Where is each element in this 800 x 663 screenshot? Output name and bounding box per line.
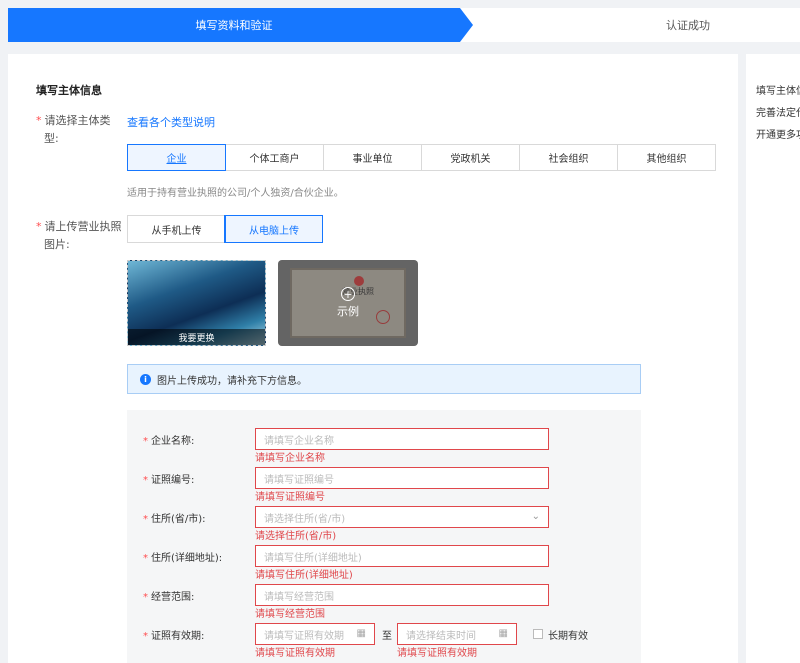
plus-icon: + bbox=[341, 287, 355, 301]
type-option-enterprise[interactable]: 企业 bbox=[127, 144, 226, 171]
chevron-down-icon: ⌄ bbox=[531, 511, 540, 522]
sample-label: 示例 bbox=[337, 305, 359, 318]
residence-region-placeholder: 请选择住所(省/市) bbox=[264, 513, 346, 525]
replace-image-button[interactable]: 我要更换 bbox=[128, 329, 265, 345]
type-option-individual[interactable]: 个体工商户 bbox=[226, 145, 324, 170]
upload-from-computer-button[interactable]: 从电脑上传 bbox=[224, 215, 323, 243]
step-arrow bbox=[460, 8, 473, 42]
scope-input[interactable]: 请填写经营范围 bbox=[255, 584, 549, 606]
license-label-text: 请上传营业执照 bbox=[44, 220, 122, 233]
type-option-institution[interactable]: 事业单位 bbox=[324, 145, 422, 170]
side-line: 完善法定代 bbox=[756, 108, 800, 119]
type-option-social-org[interactable]: 社会组织 bbox=[520, 145, 618, 170]
section-title: 填写主体信息 bbox=[36, 84, 102, 97]
long-term-checkbox[interactable] bbox=[533, 629, 543, 639]
side-line: 开通更多功 bbox=[756, 130, 800, 141]
company-name-error: 请填写企业名称 bbox=[255, 453, 325, 464]
sample-license-image[interactable]: 营业执照 + 示例 bbox=[278, 260, 418, 346]
upload-success-alert: i 图片上传成功，请补充下方信息。 bbox=[127, 364, 641, 394]
subject-type-label: * 请选择主体类 型: bbox=[36, 112, 111, 148]
type-hint: 适用于持有营业执照的公司/个人独资/合伙企业。 bbox=[127, 188, 344, 199]
license-no-error: 请填写证照编号 bbox=[255, 492, 325, 503]
step-current: 填写资料和验证 bbox=[8, 8, 460, 42]
step-next: 认证成功 bbox=[666, 19, 710, 32]
side-panel: 填写主体信 完善法定代 开通更多功 bbox=[746, 54, 800, 663]
type-option-other[interactable]: 其他组织 bbox=[618, 145, 715, 170]
type-option-label: 企业 bbox=[166, 154, 187, 165]
subject-type-label-text2: 型: bbox=[44, 132, 59, 145]
info-icon: i bbox=[140, 373, 151, 385]
residence-detail-label: * 住所(详细地址): bbox=[143, 553, 223, 564]
license-no-label: * 证照编号: bbox=[143, 475, 195, 486]
license-no-input[interactable]: 请填写证照编号 bbox=[255, 467, 549, 489]
subject-type-selector: 企业 个体工商户 事业单位 党政机关 社会组织 其他组织 bbox=[127, 144, 716, 171]
scope-label: * 经营范围: bbox=[143, 592, 195, 603]
alert-text: 图片上传成功，请补充下方信息。 bbox=[157, 375, 307, 387]
upload-from-phone-button[interactable]: 从手机上传 bbox=[128, 216, 225, 242]
type-option-government[interactable]: 党政机关 bbox=[422, 145, 520, 170]
subject-type-label-text: 请选择主体类 bbox=[44, 114, 111, 127]
upload-source-selector: 从手机上传 从电脑上传 bbox=[127, 215, 323, 243]
scope-error: 请填写经营范围 bbox=[255, 609, 325, 620]
sample-overlay: + 示例 bbox=[278, 260, 418, 346]
required-mark: * bbox=[36, 220, 42, 233]
license-label: * 请上传营业执照 图片: bbox=[36, 218, 122, 254]
residence-region-label: * 住所(省/市): bbox=[143, 514, 206, 525]
company-name-label: * 企业名称: bbox=[143, 436, 195, 447]
residence-region-error: 请选择住所(省/市) bbox=[255, 531, 337, 542]
validity-start-input[interactable]: 请填写证照有效期 ▦ bbox=[255, 623, 375, 645]
validity-end-input[interactable]: 请选择结束时间 ▦ bbox=[397, 623, 517, 645]
business-info-form: * 企业名称: 请填写企业名称 请填写企业名称 * 证照编号: 请填写证照编号 请填… bbox=[127, 410, 641, 663]
calendar-icon: ▦ bbox=[498, 628, 508, 639]
license-label-text2: 图片: bbox=[44, 238, 70, 251]
validity-label: * 证照有效期: bbox=[143, 631, 205, 642]
validity-start-placeholder: 请填写证照有效期 bbox=[264, 630, 344, 642]
long-term-label: 长期有效 bbox=[548, 631, 588, 642]
validity-start-error: 请填写证照有效期 bbox=[255, 648, 335, 659]
side-line: 填写主体信 bbox=[756, 86, 800, 97]
calendar-icon: ▦ bbox=[356, 628, 366, 639]
residence-detail-input[interactable]: 请填写住所(详细地址) bbox=[255, 545, 549, 567]
type-description-link[interactable]: 查看各个类型说明 bbox=[127, 114, 215, 130]
company-name-input[interactable]: 请填写企业名称 bbox=[255, 428, 549, 450]
residence-region-select[interactable]: 请选择住所(省/市) ⌄ bbox=[255, 506, 549, 528]
date-range-separator: 至 bbox=[382, 631, 392, 642]
validity-end-placeholder: 请选择结束时间 bbox=[406, 630, 476, 642]
steps-bar: 填写资料和验证 认证成功 bbox=[8, 8, 800, 42]
required-mark: * bbox=[36, 114, 42, 127]
residence-detail-error: 请填写住所(详细地址) bbox=[255, 570, 353, 581]
main-card: 填写主体信息 * 请选择主体类 型: 查看各个类型说明 企业 个体工商户 事业单位… bbox=[8, 54, 738, 663]
validity-end-error: 请填写证照有效期 bbox=[397, 648, 477, 659]
uploaded-license-thumbnail[interactable]: 我要更换 bbox=[127, 260, 266, 346]
